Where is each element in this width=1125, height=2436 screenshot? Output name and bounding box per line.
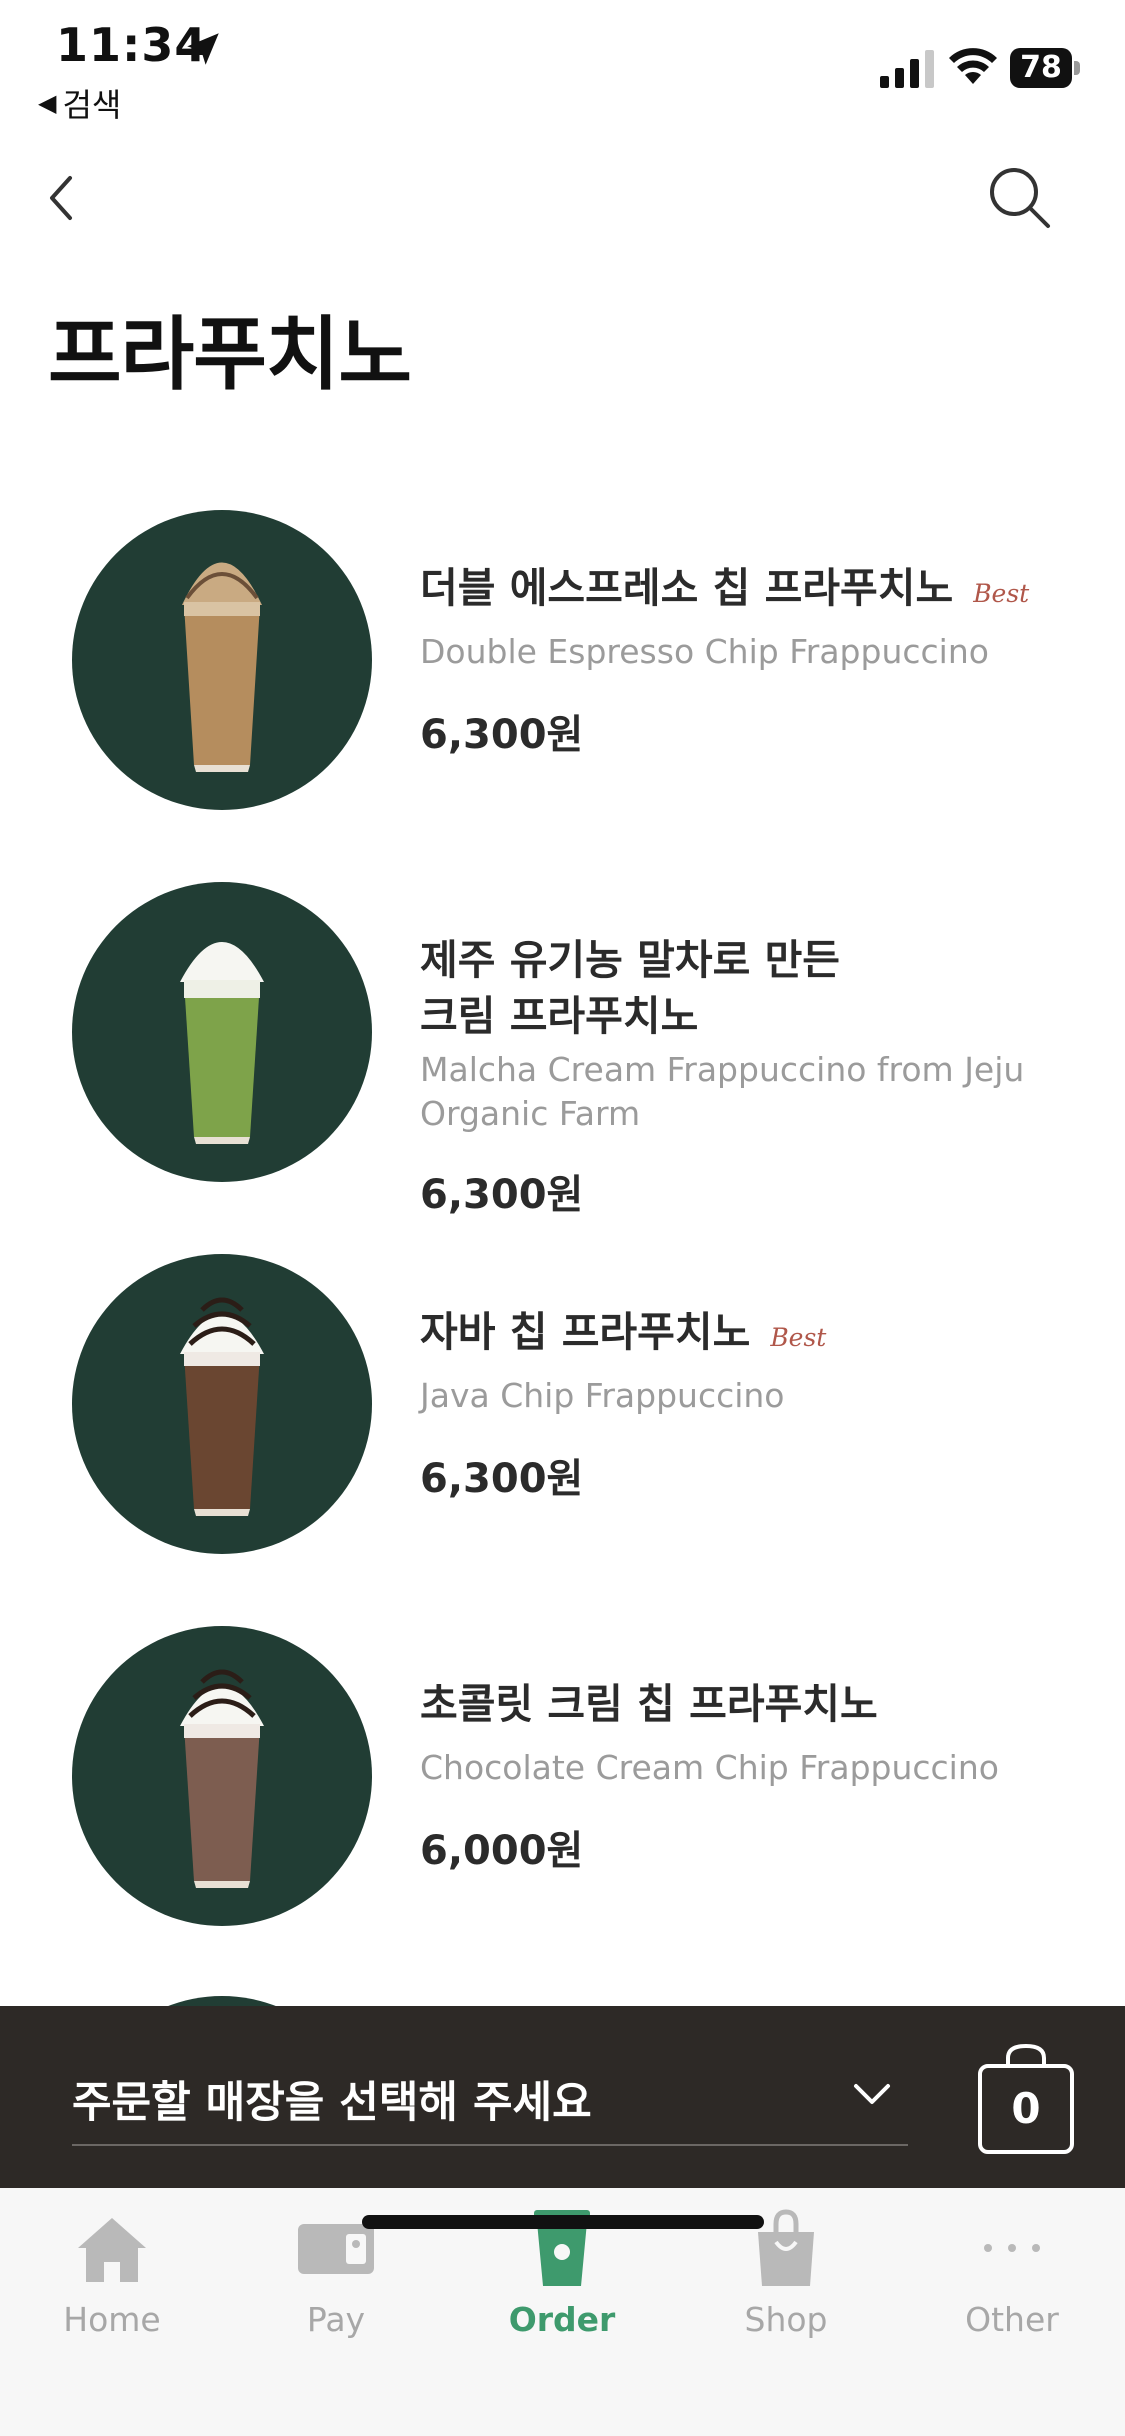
product-english-name: Malcha Cream Frappuccino from Jeju Organ…	[420, 1050, 1025, 1133]
product-name: 자바 칩 프라푸치노	[420, 1308, 751, 1356]
frappuccino-image	[182, 562, 262, 772]
product-thumbnail	[72, 1626, 372, 1926]
product-name: 제주 유기농 말차로 만든 크림 프라푸치노	[420, 936, 841, 1040]
product-price: 6,000원	[420, 1828, 584, 1874]
tab-label: Other	[965, 2300, 1059, 2339]
product-english-name: Double Espresso Chip Frappuccino	[420, 632, 989, 671]
frappuccino-image	[180, 1669, 264, 1888]
store-select-label: 주문할 매장을 선택해 주세요	[72, 2078, 592, 2128]
tab-label: Shop	[744, 2300, 828, 2339]
home-indicator	[362, 2215, 764, 2229]
back-arrow-icon[interactable]	[42, 170, 82, 226]
search-icon[interactable]	[986, 164, 1052, 230]
product-english-name: Chocolate Cream Chip Frappuccino	[420, 1748, 999, 1787]
product-name-row: 자바 칩 프라푸치노 Best	[420, 1304, 1085, 1360]
cellular-signal-icon	[880, 50, 934, 88]
cart-button[interactable]: 0	[976, 2043, 1076, 2156]
product-name: 초콜릿 크림 칩 프라푸치노	[420, 1680, 878, 1728]
back-triangle-icon: ◀	[38, 89, 57, 117]
more-icon	[984, 2244, 1040, 2252]
back-to-app-link[interactable]: ◀ 검색	[38, 80, 121, 126]
frappuccino-image	[180, 942, 264, 1144]
tab-shop[interactable]: Shop	[696, 2208, 876, 2348]
frappuccino-image	[180, 1297, 264, 1516]
battery-tip	[1074, 61, 1080, 75]
wifi-icon	[949, 48, 997, 84]
home-icon	[78, 2218, 146, 2282]
store-selection-bar: 주문할 매장을 선택해 주세요 0	[0, 2006, 1125, 2188]
page-title: 프라푸치노	[48, 308, 412, 401]
battery-level: 78	[1010, 48, 1072, 88]
tab-label: Home	[63, 2300, 161, 2339]
cart-count: 0	[1011, 2084, 1041, 2133]
location-arrow-icon	[187, 33, 219, 65]
product-name-row: 더블 에스프레소 칩 프라푸치노 Best	[420, 560, 1085, 616]
product-item-double-espresso-chip[interactable]: 더블 에스프레소 칩 프라푸치노 Best Double Espresso Ch…	[0, 500, 1125, 820]
product-name-row: 초콜릿 크림 칩 프라푸치노	[420, 1676, 1085, 1732]
tab-pay[interactable]: Pay	[246, 2208, 426, 2348]
store-select-dropdown[interactable]: 주문할 매장을 선택해 주세요	[72, 2056, 908, 2146]
product-price: 6,300원	[420, 1456, 584, 1502]
battery-indicator: 78	[1010, 48, 1080, 88]
back-app-label: 검색	[62, 86, 122, 124]
product-name: 더블 에스프레소 칩 프라푸치노	[420, 564, 954, 612]
product-english-name: Java Chip Frappuccino	[420, 1376, 785, 1415]
best-badge: Best	[973, 579, 1030, 608]
tab-home[interactable]: Home	[22, 2208, 202, 2348]
best-badge: Best	[770, 1323, 827, 1352]
product-name-row: 제주 유기농 말차로 만든 크림 프라푸치노	[420, 932, 1085, 1044]
product-thumbnail	[72, 882, 372, 1182]
tab-label: Pay	[306, 2300, 366, 2339]
product-item-java-chip[interactable]: 자바 칩 프라푸치노 Best Java Chip Frappuccino 6,…	[0, 1244, 1125, 1564]
product-thumbnail	[72, 510, 372, 810]
product-price: 6,300원	[420, 1172, 584, 1218]
tab-other[interactable]: Other	[922, 2208, 1102, 2348]
page: 11:34 ◀ 검색 78 프라푸치노 더블 에스프레소 칩 프라푸치노 Bes…	[0, 0, 1125, 2436]
product-item-jeju-malcha-cream[interactable]: 제주 유기농 말차로 만든 크림 프라푸치노 Malcha Cream Frap…	[0, 872, 1125, 1218]
product-item-chocolate-cream-chip[interactable]: 초콜릿 크림 칩 프라푸치노 Chocolate Cream Chip Frap…	[0, 1616, 1125, 1936]
status-bar: 11:34 ◀ 검색 78	[0, 0, 1125, 124]
product-price: 6,300원	[420, 712, 584, 758]
tab-label: Order	[508, 2300, 616, 2339]
tab-order[interactable]: Order	[472, 2208, 652, 2348]
chevron-down-icon	[854, 2084, 890, 2104]
product-thumbnail	[72, 1254, 372, 1554]
